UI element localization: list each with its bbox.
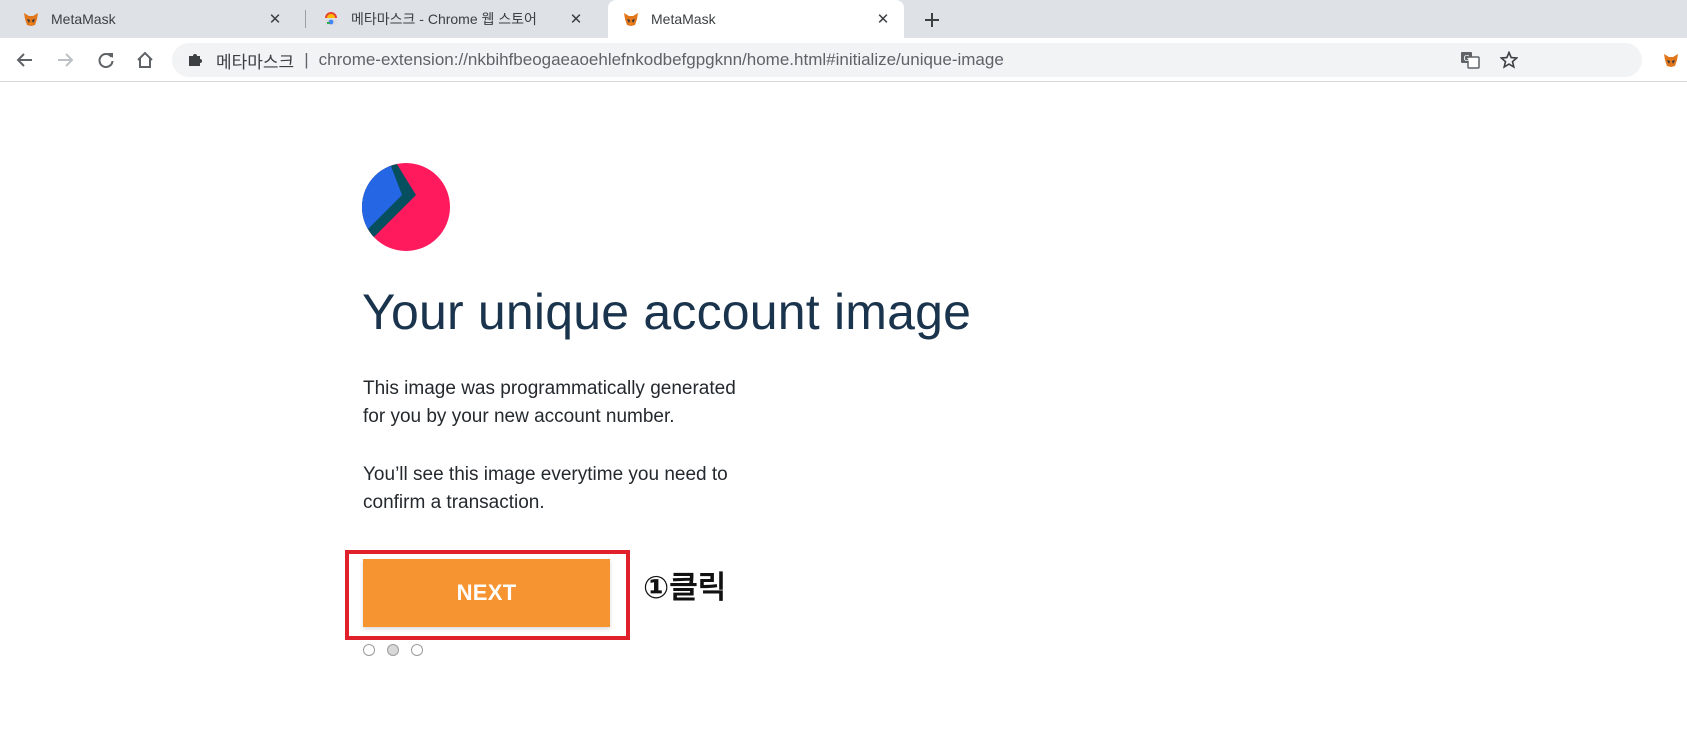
puzzle-piece-icon <box>189 54 202 66</box>
home-icon <box>137 51 153 68</box>
next-button[interactable]: NEXT <box>363 559 610 627</box>
reload-button[interactable] <box>93 47 119 73</box>
arrow-left-icon <box>16 53 32 67</box>
account-identicon <box>362 163 450 251</box>
address-bar[interactable]: 메타마스크 | chrome-extension://nkbihfbeogaea… <box>172 43 1642 77</box>
arrow-right-icon <box>58 53 74 67</box>
page-title: Your unique account image <box>362 284 972 340</box>
metamask-fox-icon <box>1664 54 1678 67</box>
step-dot <box>363 644 375 656</box>
close-icon[interactable]: ✕ <box>266 10 284 28</box>
description-line: for you by your new account number. <box>363 406 675 427</box>
tab-chrome-web-store[interactable]: 메타마스크 - Chrome 웹 스토어 ✕ <box>305 0 597 38</box>
tab-title: 메타마스크 - Chrome 웹 스토어 <box>351 11 537 27</box>
step-indicator <box>363 644 423 656</box>
confirm-line: You’ll see this image everytime you need… <box>363 464 728 485</box>
extension-name: 메타마스크 <box>216 52 295 72</box>
metamask-fox-icon <box>24 13 38 26</box>
browser-toolbar: 메타마스크 | chrome-extension://nkbihfbeogaea… <box>0 38 1687 82</box>
tab-title: MetaMask <box>651 11 716 27</box>
tab-metamask-active[interactable]: MetaMask ✕ <box>608 0 904 38</box>
description-paragraph: This image was programmatically generate… <box>363 375 793 431</box>
tab-title: MetaMask <box>51 11 116 27</box>
star-icon <box>1500 51 1518 69</box>
translate-icon: G <box>1461 52 1480 69</box>
reload-icon <box>98 53 114 68</box>
forward-button[interactable] <box>52 47 78 73</box>
close-icon[interactable]: ✕ <box>874 10 892 28</box>
chrome-web-store-icon <box>325 12 337 25</box>
home-button[interactable] <box>132 47 158 73</box>
confirm-line: confirm a transaction. <box>363 492 545 513</box>
svg-text:G: G <box>1464 54 1470 63</box>
metamask-fox-icon <box>624 13 638 26</box>
click-annotation: ①클릭 <box>643 570 727 605</box>
plus-icon <box>925 13 939 27</box>
metamask-extension-button[interactable] <box>1658 47 1684 73</box>
new-tab-button[interactable] <box>919 7 945 33</box>
confirm-paragraph: You’ll see this image everytime you need… <box>363 461 793 517</box>
description-line: This image was programmatically generate… <box>363 378 736 399</box>
tab-strip: MetaMask ✕ 메타마스크 - Chrome 웹 스토어 ✕ MetaMa… <box>0 0 1687 38</box>
url-text[interactable]: chrome-extension://nkbihfbeogaeaoehlefnk… <box>319 50 1004 70</box>
address-separator: | <box>304 50 309 69</box>
close-icon[interactable]: ✕ <box>567 10 585 28</box>
translate-button[interactable]: G <box>1457 43 1483 77</box>
step-dot-active <box>387 644 399 656</box>
step-dot <box>411 644 423 656</box>
bookmark-button[interactable] <box>1496 43 1522 77</box>
tab-metamask-1[interactable]: MetaMask ✕ <box>0 0 296 38</box>
back-button[interactable] <box>12 47 38 73</box>
